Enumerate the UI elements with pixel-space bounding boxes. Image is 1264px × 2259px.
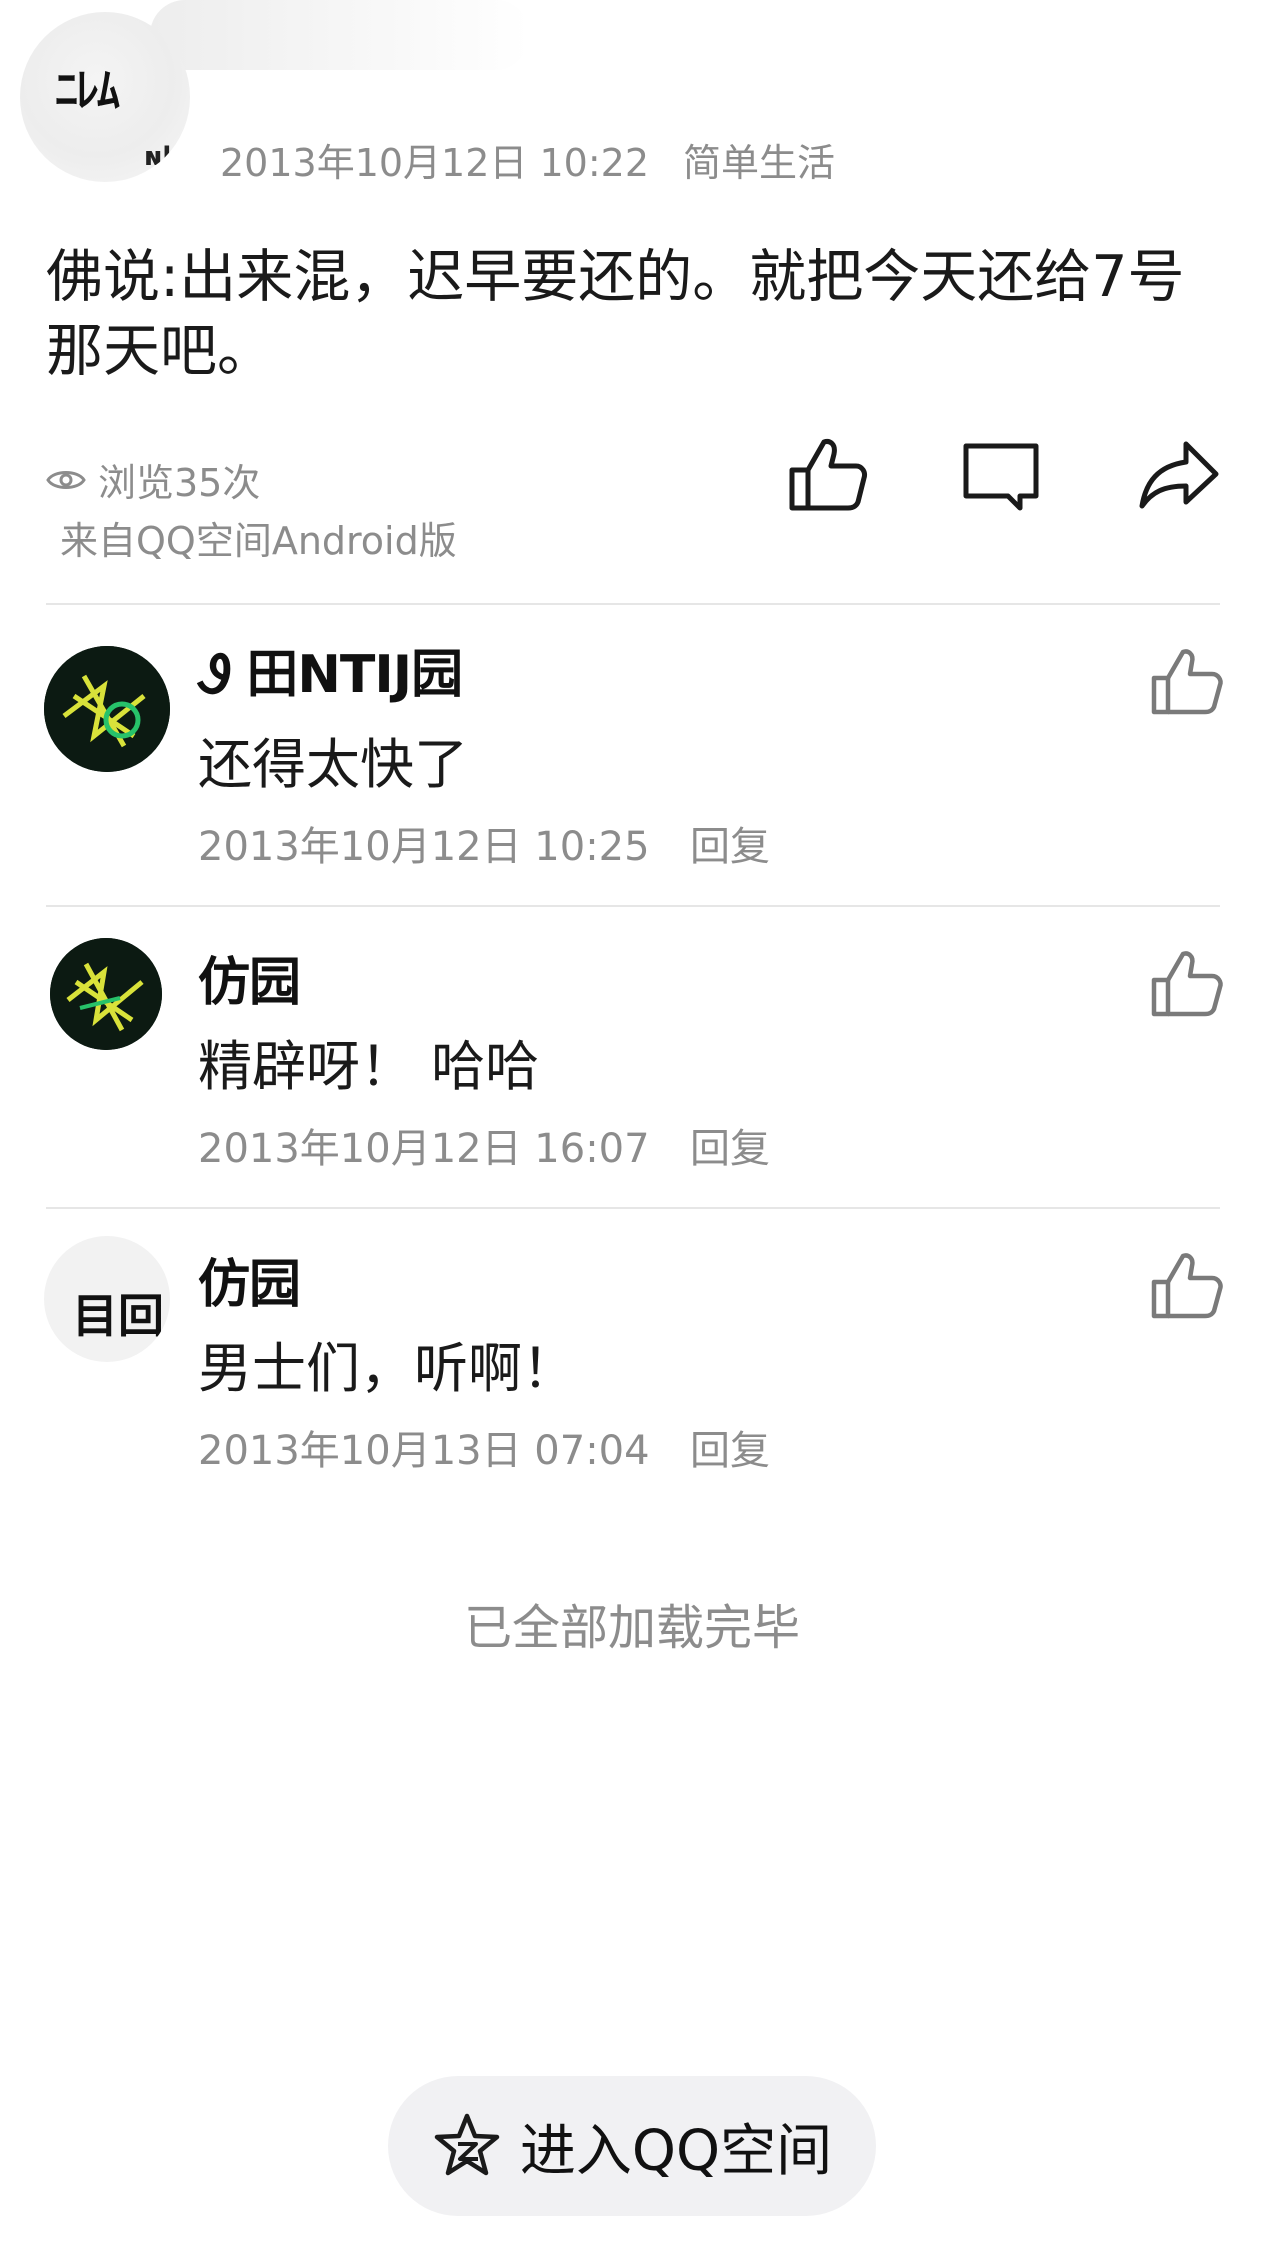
avatar-image [50, 938, 162, 1050]
comment-text: 男士们，听啊！ [198, 1337, 576, 1400]
comment-like-button[interactable] [1146, 1246, 1226, 1326]
reply-button[interactable]: 回复 [690, 1418, 770, 1476]
reply-button[interactable]: 回复 [690, 814, 770, 872]
thumbs-up-icon [1151, 951, 1223, 1017]
comment-text: 还得太快了 [198, 733, 468, 796]
post-body: 佛说:出来混，迟早要还的。就把今天还给7号那天吧。 [46, 244, 1185, 384]
comment-avatar[interactable] [44, 646, 170, 772]
post-meta: 2013年10月12日 10:22 简单生活 [220, 132, 835, 187]
comment-button[interactable] [956, 430, 1046, 520]
all-loaded-text: 已全部加载完毕 [463, 1600, 800, 1656]
thumbs-up-icon [1151, 1253, 1223, 1319]
divider [46, 905, 1220, 907]
comment-icon [963, 443, 1039, 511]
divider [46, 1207, 1220, 1209]
avatar-mini-glyph: ɴk [144, 142, 180, 172]
comment-author[interactable]: 仿园 [198, 1242, 301, 1317]
enter-qzone-label: 进入QQ空间 [519, 2118, 833, 2184]
like-button[interactable] [782, 430, 872, 520]
post-author-avatar[interactable]: ﾆﾚﾑ ɴk [20, 12, 190, 182]
comment-avatar[interactable]: 目回 [44, 1236, 170, 1362]
reply-button[interactable]: 回复 [690, 1116, 770, 1174]
avatar-glyph: 目回 [72, 1289, 164, 1343]
comment-text: 精辟呀！ 哈哈 [198, 1035, 540, 1098]
comment-like-button[interactable] [1146, 642, 1226, 722]
comment-like-button[interactable] [1146, 944, 1226, 1024]
post-timestamp: 2013年10月12日 10:22 [220, 141, 650, 185]
views-row: 浏览35次 [46, 452, 260, 507]
avatar-glyph: ﾆﾚﾑ [55, 63, 120, 117]
comment-time: 2013年10月12日 16:07 [198, 1126, 650, 1172]
comment-time: 2013年10月12日 10:25 [198, 824, 650, 870]
enter-qzone-button[interactable]: 进入QQ空间 [388, 2076, 876, 2216]
thumbs-up-icon [1151, 649, 1223, 715]
divider [46, 603, 1220, 605]
avatar-image [44, 646, 170, 772]
eye-icon [46, 470, 86, 489]
share-button[interactable] [1134, 430, 1224, 520]
post-category[interactable]: 简单生活 [683, 141, 835, 185]
header-blur [150, 0, 530, 70]
comment-author[interactable]: 仿园 [198, 940, 301, 1015]
comment-author[interactable]: Ꮽ 田NTIJ园 [198, 632, 463, 707]
comment-avatar[interactable] [50, 938, 162, 1050]
share-icon [1139, 441, 1219, 509]
views-count: 浏览35次 [98, 461, 261, 505]
qzone-star-icon [434, 2113, 500, 2176]
post-source: 来自QQ空间Android版 [60, 519, 457, 563]
thumbs-up-icon [789, 439, 867, 511]
comment-time: 2013年10月13日 07:04 [198, 1428, 650, 1474]
